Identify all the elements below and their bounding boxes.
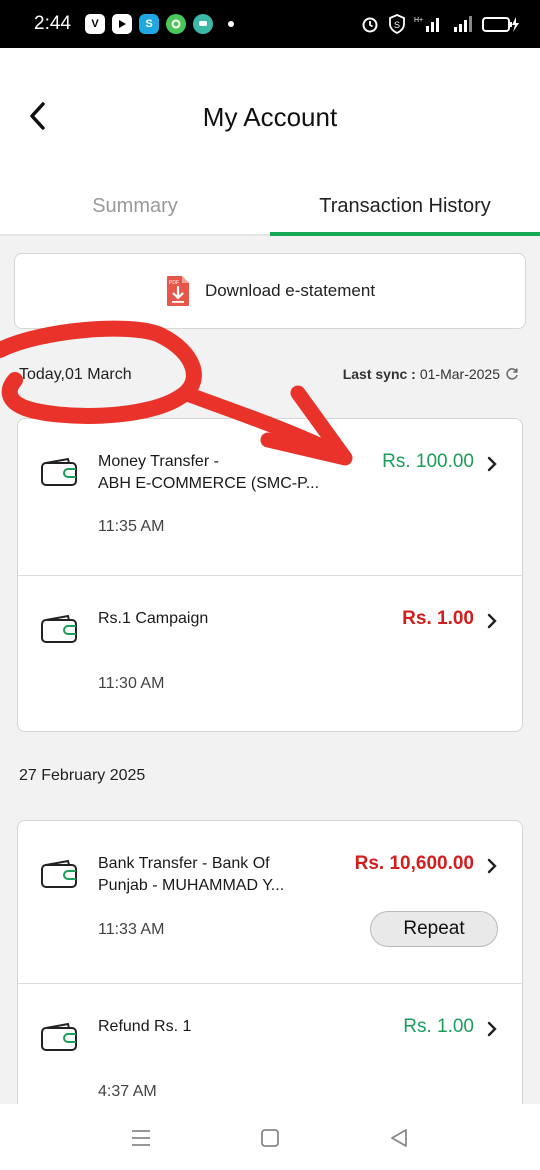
green-app-icon bbox=[165, 14, 186, 34]
s-icon: S bbox=[389, 14, 405, 34]
home-square-icon bbox=[261, 1129, 279, 1147]
v-icon: V bbox=[84, 14, 105, 34]
download-label: Download e-statement bbox=[204, 281, 376, 300]
wallet-icon bbox=[41, 457, 77, 486]
transaction-title: Refund Rs. 1 bbox=[98, 1018, 192, 1035]
back-nav-button[interactable] bbox=[379, 1124, 419, 1152]
transaction-amount: Rs. 100.00 bbox=[382, 451, 474, 472]
transaction-amount: Rs. 1.00 bbox=[402, 608, 474, 629]
download-estatement-button[interactable]: PDF Download e-statement bbox=[14, 253, 526, 329]
signal-icon bbox=[454, 16, 472, 32]
transaction-amount: Rs. 1.00 bbox=[403, 1016, 474, 1037]
notification-icons: V S bbox=[84, 14, 234, 34]
app-header: My Account Summary Transaction History bbox=[0, 48, 540, 236]
date-heading: 27 February 2025 bbox=[19, 767, 146, 784]
transaction-row[interactable]: Bank Transfer - Bank Of Punjab - MUHAMMA… bbox=[18, 821, 522, 983]
transaction-time: 4:37 AM bbox=[98, 1083, 157, 1100]
chevron-right-icon bbox=[487, 456, 497, 472]
repeat-button[interactable]: Repeat bbox=[370, 911, 498, 947]
transaction-title: Rs.1 Campaign bbox=[98, 610, 209, 627]
signal-icon: H+ bbox=[414, 17, 439, 32]
refresh-icon[interactable] bbox=[504, 366, 520, 382]
transaction-time: 11:35 AM bbox=[98, 518, 165, 535]
wallet-icon bbox=[41, 614, 77, 643]
tab-transaction-history[interactable]: Transaction History bbox=[270, 176, 540, 236]
transaction-time: 11:30 AM bbox=[98, 675, 165, 692]
back-triangle-icon bbox=[391, 1129, 407, 1147]
menu-icon bbox=[132, 1130, 150, 1146]
tab-bar: Summary Transaction History bbox=[0, 176, 540, 236]
last-sync-date: 01-Mar-2025 bbox=[419, 366, 500, 382]
more-notifications-dot bbox=[227, 21, 234, 27]
wallet-icon bbox=[41, 859, 77, 888]
status-time: 2:44 bbox=[34, 13, 71, 34]
page-title: My Account bbox=[202, 102, 338, 132]
transaction-row[interactable]: Money Transfer - ABH E-COMMERCE (SMC-P..… bbox=[18, 419, 522, 575]
transaction-row[interactable]: Rs.1 Campaign 11:30 AM Rs. 1.00 bbox=[18, 575, 522, 731]
last-sync: Last sync : 01-Mar-2025 bbox=[343, 366, 520, 382]
alarm-icon bbox=[362, 17, 378, 33]
transactions-card: Money Transfer - ABH E-COMMERCE (SMC-P..… bbox=[17, 418, 523, 732]
svg-text:S: S bbox=[394, 20, 400, 30]
transactions-card: Bank Transfer - Bank Of Punjab - MUHAMMA… bbox=[17, 820, 523, 1150]
chevron-right-icon bbox=[487, 858, 497, 874]
chevron-right-icon bbox=[487, 1021, 497, 1037]
messages-icon bbox=[192, 14, 213, 34]
youtube-icon bbox=[111, 14, 132, 34]
transaction-title: Bank Transfer - Bank Of Punjab - MUHAMMA… bbox=[98, 855, 285, 894]
skype-icon: S bbox=[138, 14, 159, 34]
chevron-right-icon bbox=[487, 613, 497, 629]
recent-apps-button[interactable] bbox=[121, 1124, 161, 1152]
active-tab-indicator bbox=[270, 232, 540, 236]
pdf-icon: PDF bbox=[166, 276, 189, 306]
svg-text:H+: H+ bbox=[414, 17, 423, 24]
transaction-amount: Rs. 10,600.00 bbox=[354, 853, 474, 874]
wallet-icon bbox=[41, 1022, 77, 1051]
status-bar: 2:44 V S S H+ bbox=[0, 0, 540, 48]
svg-text:PDF: PDF bbox=[169, 280, 179, 286]
transaction-title: Money Transfer - ABH E-COMMERCE (SMC-P..… bbox=[98, 453, 320, 492]
home-button[interactable] bbox=[250, 1124, 290, 1152]
tab-summary[interactable]: Summary bbox=[0, 176, 270, 236]
date-heading: Today,01 March bbox=[19, 366, 132, 383]
system-icons: S H+ bbox=[360, 14, 522, 34]
battery-icon bbox=[482, 17, 519, 32]
last-sync-label: Last sync : bbox=[342, 366, 416, 382]
transaction-time: 11:33 AM bbox=[98, 921, 165, 938]
system-nav-bar bbox=[0, 1104, 540, 1170]
